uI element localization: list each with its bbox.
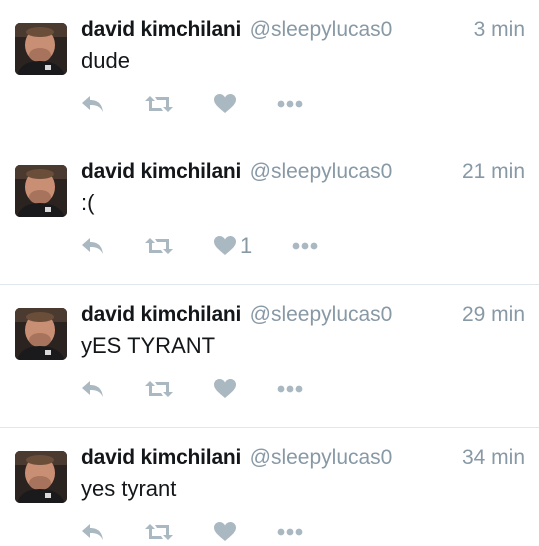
like-button[interactable]: 1 (214, 232, 252, 260)
more-button[interactable] (277, 518, 303, 546)
tweet-feed: david kimchilani @sleepylucas0 3 min dud… (0, 0, 539, 546)
more-button[interactable] (292, 232, 318, 260)
tweet-text: dude (81, 48, 130, 73)
tweet-text: :( (81, 190, 95, 215)
author-name[interactable]: david kimchilani (81, 303, 241, 326)
author-handle[interactable]: @sleepylucas0 (250, 303, 393, 326)
avatar[interactable] (15, 451, 67, 503)
author-name[interactable]: david kimchilani (81, 446, 241, 469)
reply-icon (81, 236, 105, 256)
reply-button[interactable] (81, 518, 105, 546)
avatar[interactable] (15, 23, 67, 75)
tweet-actions (81, 375, 381, 403)
timestamp[interactable]: 21 min (462, 160, 525, 184)
reply-icon (81, 522, 105, 542)
author-handle[interactable]: @sleepylucas0 (250, 18, 393, 41)
timestamp[interactable]: 34 min (462, 446, 525, 470)
tweet-header: david kimchilani @sleepylucas0 29 min (81, 303, 525, 333)
more-button[interactable] (277, 375, 303, 403)
retweet-icon (145, 236, 173, 256)
author-name[interactable]: david kimchilani (81, 18, 241, 41)
reply-button[interactable] (81, 232, 105, 260)
tweet-text: yES TYRANT (81, 333, 216, 358)
timestamp[interactable]: 3 min (474, 18, 525, 42)
tweet-header: david kimchilani @sleepylucas0 34 min (81, 446, 525, 476)
tweet-actions (81, 518, 381, 546)
timestamp[interactable]: 29 min (462, 303, 525, 327)
reply-icon (81, 379, 105, 399)
retweet-button[interactable] (145, 90, 173, 118)
reply-icon (81, 94, 105, 114)
like-button[interactable] (214, 90, 240, 118)
retweet-button[interactable] (145, 518, 173, 546)
tweet-actions: 1 (81, 232, 381, 260)
tweet-header: david kimchilani @sleepylucas0 3 min (81, 18, 525, 48)
like-count: 1 (240, 233, 253, 258)
author-handle[interactable]: @sleepylucas0 (250, 160, 393, 183)
tweet[interactable]: david kimchilani @sleepylucas0 34 min ye… (0, 428, 539, 546)
tweet[interactable]: david kimchilani @sleepylucas0 21 min :( (0, 142, 539, 285)
like-button[interactable] (214, 518, 240, 546)
heart-icon (214, 379, 236, 399)
reply-button[interactable] (81, 90, 105, 118)
retweet-icon (145, 522, 173, 542)
author-name[interactable]: david kimchilani (81, 160, 241, 183)
author-handle[interactable]: @sleepylucas0 (250, 446, 393, 469)
avatar[interactable] (15, 308, 67, 360)
retweet-button[interactable] (145, 232, 173, 260)
more-icon (277, 528, 303, 536)
more-button[interactable] (277, 90, 303, 118)
heart-icon (214, 94, 236, 114)
retweet-icon (145, 379, 173, 399)
heart-icon (214, 522, 236, 542)
tweet[interactable]: david kimchilani @sleepylucas0 29 min yE… (0, 285, 539, 428)
retweet-icon (145, 94, 173, 114)
tweet-actions (81, 90, 381, 118)
tweet-text: yes tyrant (81, 476, 177, 501)
tweet-header: david kimchilani @sleepylucas0 21 min (81, 160, 525, 190)
retweet-button[interactable] (145, 375, 173, 403)
reply-button[interactable] (81, 375, 105, 403)
tweet[interactable]: david kimchilani @sleepylucas0 3 min dud… (0, 0, 539, 143)
avatar[interactable] (15, 165, 67, 217)
more-icon (277, 100, 303, 108)
heart-icon (214, 236, 236, 256)
like-button[interactable] (214, 375, 240, 403)
more-icon (277, 385, 303, 393)
more-icon (292, 242, 318, 250)
